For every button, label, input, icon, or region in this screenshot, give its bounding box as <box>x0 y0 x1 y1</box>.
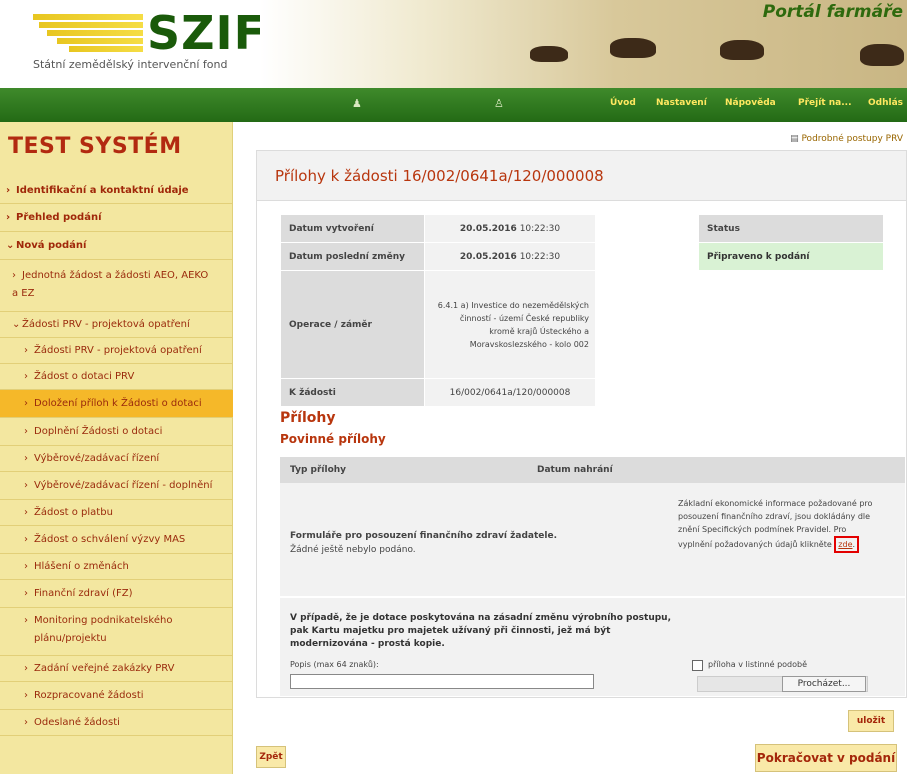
attachment-description: Základní ekonomické informace požadované… <box>678 497 874 553</box>
save-button[interactable]: uložit <box>848 710 894 732</box>
zde-link-highlight[interactable]: zde. <box>834 536 860 553</box>
sidebar-item-vyberove-rizeni-doplneni[interactable]: › Výběrové/zadávací řízení - doplnění <box>0 472 233 500</box>
zde-link[interactable]: zde <box>838 540 852 549</box>
sidebar-item-doplneni-zadosti[interactable]: › Doplnění Žádosti o dotaci <box>0 418 233 446</box>
chevron-down-icon: ⌄ <box>12 319 21 330</box>
request-info-table: Datum vytvoření 20.05.2016 10:22:30 Datu… <box>280 214 596 407</box>
chevron-right-icon: › <box>24 426 28 437</box>
sidebar-item-zadosti-prv[interactable]: › Žádosti PRV - projektová opatření <box>0 338 233 364</box>
browse-button[interactable]: Procházet... <box>782 676 866 692</box>
panel-header: Přílohy k žádosti 16/002/0641a/120/00000… <box>257 151 906 201</box>
sidebar-item-financni-zdravi[interactable]: › Finanční zdraví (FZ) <box>0 580 233 608</box>
nav-napoveda[interactable]: Nápověda <box>725 98 776 108</box>
logo-text: SZIF <box>147 6 267 60</box>
paper-copy-checkbox[interactable] <box>692 660 703 671</box>
document-icon: ▤ <box>790 134 799 144</box>
attachment-status: Žádné ještě nebylo podáno. <box>290 545 416 555</box>
required-attachments-title: Povinné přílohy <box>280 432 386 446</box>
sidebar-item-identifikacni-udaje[interactable]: › Identifikační a kontaktní údaje <box>0 178 233 204</box>
chevron-right-icon: › <box>24 453 28 464</box>
chevron-down-icon: ⌄ <box>6 240 15 251</box>
status-label: Status <box>698 214 884 243</box>
created-label: Datum vytvoření <box>280 214 425 243</box>
status-badge: Připraveno k podání <box>698 242 884 271</box>
nav-odhlasit[interactable]: Odhlás <box>868 98 903 108</box>
operation-value: 6.4.1 a) Investice do nezemědělských čin… <box>424 270 596 379</box>
operation-label: Operace / záměr <box>280 270 425 379</box>
attachment-row-karta-majetku: V případě, že je dotace poskytována na z… <box>280 598 905 696</box>
request-value: 16/002/0641a/120/000008 <box>424 378 596 407</box>
attachment-name: V případě, že je dotace poskytována na z… <box>290 613 671 649</box>
chevron-right-icon: › <box>24 534 28 545</box>
chevron-right-icon: › <box>24 615 28 626</box>
chevron-right-icon: › <box>6 185 11 196</box>
sidebar-item-odeslane[interactable]: › Odeslané žádosti <box>0 710 233 736</box>
chevron-right-icon: › <box>6 212 11 223</box>
sidebar-item-hlaseni-o-zmenach[interactable]: › Hlášení o změnách <box>0 554 233 580</box>
description-input[interactable] <box>290 674 594 689</box>
podrobne-postupy-link[interactable]: ▤ Podrobné postupy PRV <box>790 134 903 144</box>
chevron-right-icon: › <box>24 507 28 518</box>
sidebar: TEST SYSTÉM › Identifikační a kontaktní … <box>0 122 233 774</box>
cow-silhouette-icon <box>860 44 904 66</box>
continue-button[interactable]: Pokračovat v podání <box>755 744 897 772</box>
chevron-right-icon: › <box>24 561 28 572</box>
nav-prejit-na[interactable]: Přejít na... <box>798 98 851 108</box>
system-title: TEST SYSTÉM <box>8 134 182 159</box>
user-icon[interactable]: ♟ <box>352 97 362 110</box>
chevron-right-icon: › <box>24 690 28 701</box>
chevron-right-icon: › <box>12 270 16 281</box>
attachment-row-financni-zdravi: Formuláře pro posouzení finančního zdrav… <box>280 483 905 597</box>
chevron-right-icon: › <box>24 717 28 728</box>
chevron-right-icon: › <box>24 371 28 382</box>
chevron-right-icon: › <box>24 398 28 409</box>
person-icon[interactable]: ♙ <box>494 97 504 110</box>
modified-value: 20.05.2016 10:22:30 <box>424 242 596 271</box>
sidebar-item-jednotna-zadost[interactable]: › Jednotná žádost a žádosti AEO, AEKO a … <box>0 260 233 312</box>
logo-stripes-icon <box>33 12 143 54</box>
sidebar-item-prehled-podani[interactable]: › Přehled podání <box>0 204 233 232</box>
sidebar-item-zadosti-prv-group[interactable]: ⌄ Žádosti PRV - projektová opatření <box>0 312 233 338</box>
status-table: Status Připraveno k podání <box>698 214 884 271</box>
modified-label: Datum poslední změny <box>280 242 425 271</box>
created-value: 20.05.2016 10:22:30 <box>424 214 596 243</box>
sidebar-item-verejna-zakazka[interactable]: › Zadání veřejné zakázky PRV <box>0 656 233 682</box>
request-label: K žádosti <box>280 378 425 407</box>
cow-silhouette-icon <box>610 38 656 58</box>
col-date-header: Datum nahrání <box>537 465 613 475</box>
sidebar-item-vyberove-rizeni[interactable]: › Výběrové/zadávací řízení <box>0 446 233 472</box>
portal-title: Portál farmáře <box>762 2 903 22</box>
chevron-right-icon: › <box>24 663 28 674</box>
header: SZIF Státní zemědělský intervenční fond … <box>0 0 907 88</box>
attachments-title: Přílohy <box>280 410 336 426</box>
logo-subtitle: Státní zemědělský intervenční fond <box>33 58 228 71</box>
chevron-right-icon: › <box>24 588 28 599</box>
sidebar-item-rozpracovane[interactable]: › Rozpracované žádosti <box>0 682 233 710</box>
chevron-right-icon: › <box>24 480 28 491</box>
header-banner-image: Portál farmáře <box>260 0 907 88</box>
sidebar-item-dolozeni-priloh[interactable]: › Doložení příloh k Žádosti o dotaci <box>0 390 233 418</box>
col-type-header: Typ přílohy <box>290 465 347 475</box>
attachment-name: Formuláře pro posouzení finančního zdrav… <box>290 531 557 541</box>
description-label: Popis (max 64 znaků): <box>290 660 379 669</box>
sidebar-item-zadost-o-platbu[interactable]: › Žádost o platbu <box>0 500 233 526</box>
attachments-table-header: Typ přílohy Datum nahrání <box>280 457 905 483</box>
page-title: Přílohy k žádosti 16/002/0641a/120/00000… <box>275 167 604 185</box>
nav-uvod[interactable]: Úvod <box>610 98 636 108</box>
nav-nastaveni[interactable]: Nastavení <box>656 98 707 108</box>
sidebar-item-monitoring[interactable]: › Monitoring podnikatelského plánu/proje… <box>0 608 233 656</box>
chevron-right-icon: › <box>24 345 28 356</box>
back-button[interactable]: Zpět <box>256 746 286 768</box>
paper-copy-label: příloha v listinné podobě <box>708 660 808 669</box>
sidebar-item-nova-podani[interactable]: ⌄ Nová podání <box>0 232 233 260</box>
sidebar-item-zadost-o-dotaci[interactable]: › Žádost o dotaci PRV <box>0 364 233 390</box>
szif-logo[interactable]: SZIF Státní zemědělský intervenční fond <box>0 0 265 88</box>
cow-silhouette-icon <box>720 40 764 60</box>
cow-silhouette-icon <box>530 46 568 62</box>
sidebar-item-vyzva-mas[interactable]: › Žádost o schválení výzvy MAS <box>0 526 233 554</box>
top-navbar: ♟ ♙ Úvod Nastavení Nápověda Přejít na...… <box>0 88 907 122</box>
